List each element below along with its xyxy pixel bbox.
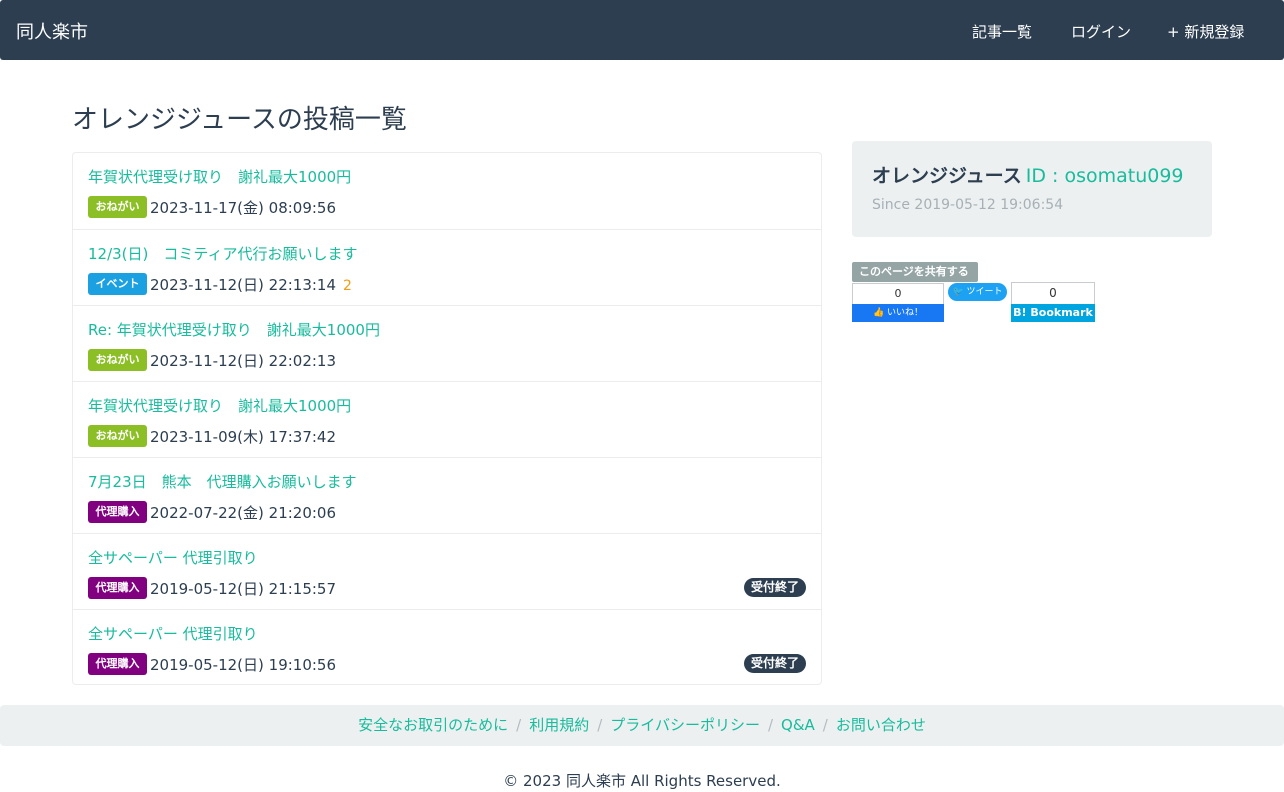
- nav-link-posts-label: 記事一覧: [972, 23, 1033, 41]
- list-item: 7月23日 熊本 代理購入お願いします 代理購入 2022-07-22(金) 2…: [73, 457, 821, 533]
- post-title-link[interactable]: 全サペーパー 代理引取り: [88, 547, 258, 568]
- list-item: 年賀状代理受け取り 謝礼最大1000円 おねがい 2023-11-17(金) 0…: [73, 153, 821, 229]
- category-badge: イベント: [88, 273, 147, 295]
- profile-card: オレンジジュース ID : osomatu099 Since 2019-05-12…: [852, 141, 1212, 237]
- post-date-text: 2023-11-12(日) 22:02:13: [150, 352, 337, 370]
- copyright: © 2023 同人楽市 All Rights Reserved.: [503, 772, 781, 790]
- footer-separator: /: [767, 716, 774, 734]
- post-date: 2023-11-12(日) 22:02:13: [150, 350, 336, 371]
- post-title-link[interactable]: 12/3(日) コミティア代行お願いします: [88, 243, 358, 264]
- profile-id: ID : osomatu099: [1025, 165, 1184, 187]
- footer-separator: /: [597, 716, 603, 734]
- post-list: 年賀状代理受け取り 謝礼最大1000円 おねがい 2023-11-17(金) 0…: [72, 152, 822, 685]
- category-badge: 代理購入: [88, 577, 147, 599]
- category-badge: おねがい: [88, 196, 147, 218]
- footer-link-contact[interactable]: お問い合わせ: [836, 716, 926, 734]
- facebook-like-label: 👍 いいね！: [852, 304, 944, 322]
- post-date: 2019-05-12(日) 21:15:57: [150, 578, 336, 599]
- post-title-link[interactable]: 7月23日 熊本 代理購入お願いします: [88, 471, 357, 492]
- post-title-link[interactable]: 年賀状代理受け取り 謝礼最大1000円: [88, 166, 351, 187]
- facebook-like-text: いいね！: [887, 308, 924, 318]
- comment-count-text: 2: [343, 278, 352, 294]
- plus-icon: +: [1167, 23, 1180, 41]
- list-item: 全サペーパー 代理引取り 代理購入 2019-05-12(日) 21:15:57…: [73, 533, 821, 609]
- facebook-like-button[interactable]: 0 👍 いいね！: [852, 283, 944, 322]
- footer-link-privacy[interactable]: プライバシーポリシー: [610, 716, 760, 734]
- post-date-text: 2023-11-17(金) 08:09:56: [150, 199, 337, 217]
- nav-link-register-label: 新規登録: [1184, 23, 1245, 41]
- twitter-tweet-button[interactable]: 🐦 ツイート: [948, 283, 1007, 301]
- status-badge: 受付終了: [743, 654, 806, 673]
- category-badge: おねがい: [88, 425, 147, 447]
- post-date: 2019-05-12(日) 19:10:56: [150, 654, 336, 675]
- thumbs-up-icon: 👍: [872, 308, 885, 318]
- category-badge: 代理購入: [88, 501, 147, 523]
- category-badge: 代理購入: [88, 653, 147, 675]
- post-date: 2022-07-22(金) 21:20:06: [150, 502, 336, 523]
- profile-since-text: Since 2019-05-12 19:06:54: [872, 197, 1064, 213]
- brand-logo[interactable]: 同人楽市: [16, 18, 88, 44]
- category-badge: おねがい: [88, 349, 147, 371]
- profile-heading: オレンジジュース ID : osomatu099: [872, 161, 1184, 188]
- list-item: 12/3(日) コミティア代行お願いします イベント 2023-11-12(日)…: [73, 229, 821, 305]
- post-date: 2023-11-09(木) 17:37:42: [150, 426, 336, 447]
- list-item: 全サペーパー 代理引取り 代理購入 2019-05-12(日) 19:10:56…: [73, 609, 821, 685]
- nav-link-login-label: ログイン: [1071, 23, 1132, 41]
- post-date-text: 2022-07-22(金) 21:20:06: [150, 504, 337, 522]
- profile-name: オレンジジュース: [872, 165, 1022, 187]
- footer-links: 安全なお取引のために / 利用規約 / プライバシーポリシー / Q&A / お問い合わせ: [0, 705, 1284, 746]
- post-title-link[interactable]: 全サペーパー 代理引取り: [88, 623, 258, 644]
- post-title-link[interactable]: 年賀状代理受け取り 謝礼最大1000円: [88, 395, 351, 416]
- post-date: 2023-11-17(金) 08:09:56: [150, 197, 336, 218]
- post-date-text: 2023-11-12(日) 22:13:14: [150, 276, 337, 294]
- footer-link-terms[interactable]: 利用規約: [529, 716, 589, 734]
- navbar: 同人楽市 記事一覧 ログイン + 新規登録: [0, 0, 1284, 60]
- post-date-text: 2023-11-09(木) 17:37:42: [150, 428, 337, 446]
- share-label: このページを共有する: [852, 262, 978, 282]
- post-date: 2023-11-12(日) 22:13:14 2: [150, 274, 352, 295]
- nav-link-register[interactable]: + 新規登録: [1167, 21, 1244, 42]
- footer-link-qa[interactable]: Q&A: [781, 716, 815, 734]
- twitter-bird-icon: 🐦: [952, 287, 964, 297]
- post-title-link[interactable]: Re: 年賀状代理受け取り 謝礼最大1000円: [88, 319, 380, 340]
- hatena-bookmark-label: B! Bookmark: [1011, 304, 1095, 322]
- twitter-tweet-label: ツイート: [966, 287, 1003, 297]
- comment-count: 2: [340, 278, 352, 294]
- facebook-like-count: 0: [894, 287, 902, 300]
- nav-link-login[interactable]: ログイン: [1068, 21, 1131, 42]
- post-date-text: 2019-05-12(日) 19:10:56: [150, 656, 337, 674]
- nav-link-posts[interactable]: 記事一覧: [969, 21, 1032, 42]
- profile-since: Since 2019-05-12 19:06:54: [872, 197, 1063, 213]
- list-item: Re: 年賀状代理受け取り 謝礼最大1000円 おねがい 2023-11-12(…: [73, 305, 821, 381]
- list-item: 年賀状代理受け取り 謝礼最大1000円 おねがい 2023-11-09(木) 1…: [73, 381, 821, 457]
- footer-separator: /: [516, 716, 522, 734]
- page-title: オレンジジュースの投稿一覧: [72, 105, 407, 135]
- hatena-bookmark-button[interactable]: 0 B! Bookmark: [1011, 282, 1095, 322]
- post-date-text: 2019-05-12(日) 21:15:57: [150, 580, 337, 598]
- status-badge: 受付終了: [743, 578, 806, 597]
- footer-link-safety[interactable]: 安全なお取引のために: [358, 716, 508, 734]
- hatena-bookmark-count: 0: [1049, 286, 1057, 300]
- footer-separator: /: [822, 716, 828, 734]
